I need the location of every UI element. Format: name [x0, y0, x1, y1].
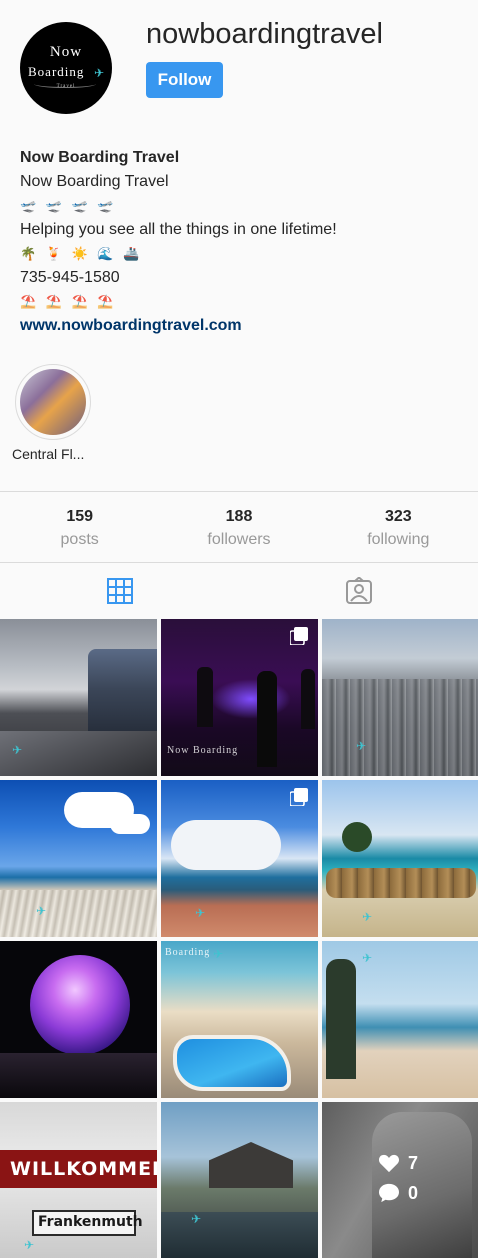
watermark-airplane-icon: ✈: [24, 1238, 35, 1252]
post-tile[interactable]: Now Boarding: [161, 619, 318, 776]
watermark-airplane-icon: ✈: [191, 1212, 202, 1226]
avatar-logo-now: Now: [49, 44, 83, 60]
story-highlight[interactable]: [15, 364, 91, 440]
post-watermark: Now Boarding: [167, 745, 239, 756]
stat-followers-count: 188: [225, 508, 253, 525]
tab-grid[interactable]: [0, 563, 239, 619]
post-tile[interactable]: ✈: [0, 619, 157, 776]
post-tile[interactable]: [0, 941, 157, 1098]
bio-emoji-umbrellas: ⛱️ ⛱️ ⛱️ ⛱️: [20, 294, 117, 309]
profile-bio: Now Boarding Travel Now Boarding Travel …: [20, 146, 460, 338]
post-image-performer: [301, 669, 315, 729]
post-image-detail: [0, 731, 157, 776]
tab-tagged[interactable]: [239, 563, 478, 619]
post-likes-count: 7: [408, 1152, 419, 1173]
profile-stats: 159 posts 188 followers 323 following: [0, 491, 478, 563]
post-image-pool: [173, 1035, 291, 1091]
post-watermark: Boarding: [165, 947, 211, 958]
post-image-palm: [342, 822, 372, 852]
post-image-tree: [326, 959, 356, 1079]
avatar-logo-boarding: Boarding: [28, 64, 85, 79]
sign-bottom-text: Frankenmuth: [38, 1214, 143, 1230]
post-image-chairs: [0, 890, 157, 937]
post-image-sphere: [30, 955, 130, 1055]
post-comments-count: 0: [408, 1182, 419, 1203]
multiple-photos-icon: [290, 788, 308, 806]
bio-website-link[interactable]: www.nowboardingtravel.com: [20, 314, 460, 338]
avatar-logo-travel: Travel: [56, 84, 76, 89]
post-image-umbrellas: [326, 868, 476, 898]
post-tile[interactable]: WILLKOMMEN Frankenmuth ✈: [0, 1102, 157, 1258]
stat-following-label: following: [367, 531, 430, 548]
post-image-performer: [257, 671, 277, 767]
multiple-photos-icon: [290, 627, 308, 645]
post-image-performer: [197, 667, 213, 727]
bio-phone: 735-945-1580: [20, 269, 120, 286]
profile-avatar[interactable]: Now Boarding ✈ Travel: [20, 22, 112, 114]
post-tile[interactable]: ✈: [161, 780, 318, 937]
bio-tagline: Helping you see all the things in one li…: [20, 221, 337, 238]
story-highlight-label[interactable]: Central Fl...: [12, 446, 84, 462]
bio-emoji-planes: 🛫 🛫 🛫 🛫: [20, 198, 117, 213]
stat-following-count: 323: [384, 508, 412, 525]
sign-top-text: WILLKOMMEN: [10, 1158, 157, 1180]
story-highlight-image: [20, 369, 86, 435]
watermark-airplane-icon: ✈: [195, 906, 206, 920]
stat-followers-label: followers: [207, 531, 271, 548]
stat-following[interactable]: 323 following: [319, 492, 478, 562]
airplane-icon: ✈: [94, 66, 105, 80]
grid-icon: [106, 578, 133, 604]
watermark-airplane-icon: ✈: [356, 739, 367, 753]
bio-name: Now Boarding Travel: [20, 149, 180, 166]
post-image-water: [161, 1212, 318, 1258]
profile-tabs: [0, 563, 478, 619]
stat-followers[interactable]: 188 followers: [159, 492, 318, 562]
heart-icon: [378, 1154, 400, 1173]
post-image-city: [322, 679, 478, 776]
post-tile[interactable]: ✈: [161, 1102, 318, 1258]
bio-category: Now Boarding Travel: [20, 173, 169, 190]
post-tile[interactable]: ✈: [322, 619, 478, 776]
post-tile[interactable]: ✈: [0, 780, 157, 937]
profile-header: Now Boarding ✈ Travel nowboardingtravel …: [0, 0, 478, 140]
stat-posts-label: posts: [60, 531, 99, 548]
watermark-airplane-icon: ✈: [362, 910, 373, 924]
post-image-cloud: [171, 820, 281, 870]
watermark-airplane-icon: ✈: [362, 951, 373, 965]
post-image-cloud: [110, 814, 150, 834]
bio-emoji-vacation: 🌴 🍹 ☀️ 🌊 🚢: [20, 246, 143, 261]
post-image-stage-light: [211, 679, 291, 719]
post-tile[interactable]: 7 0: [322, 1102, 478, 1258]
watermark-airplane-icon: ✈: [36, 904, 47, 918]
profile-username: nowboardingtravel: [146, 18, 383, 50]
watermark-airplane-icon: ✈: [12, 743, 23, 757]
stat-posts-count: 159: [66, 508, 94, 525]
post-comments: 0: [378, 1178, 418, 1208]
post-hover-stats: 7 0: [378, 1148, 418, 1208]
post-tile[interactable]: ✈: [322, 780, 478, 937]
follow-button[interactable]: Follow: [146, 62, 223, 98]
comment-icon: [379, 1183, 399, 1203]
post-tile[interactable]: ✈: [322, 941, 478, 1098]
stat-posts[interactable]: 159 posts: [0, 492, 159, 562]
post-image-castle: [209, 1142, 293, 1188]
post-tile[interactable]: Boarding ✈: [161, 941, 318, 1098]
watermark-airplane-icon: ✈: [213, 947, 224, 961]
tagged-icon: [345, 577, 372, 604]
post-image-crowd: [0, 1053, 157, 1098]
post-likes: 7: [378, 1148, 418, 1178]
